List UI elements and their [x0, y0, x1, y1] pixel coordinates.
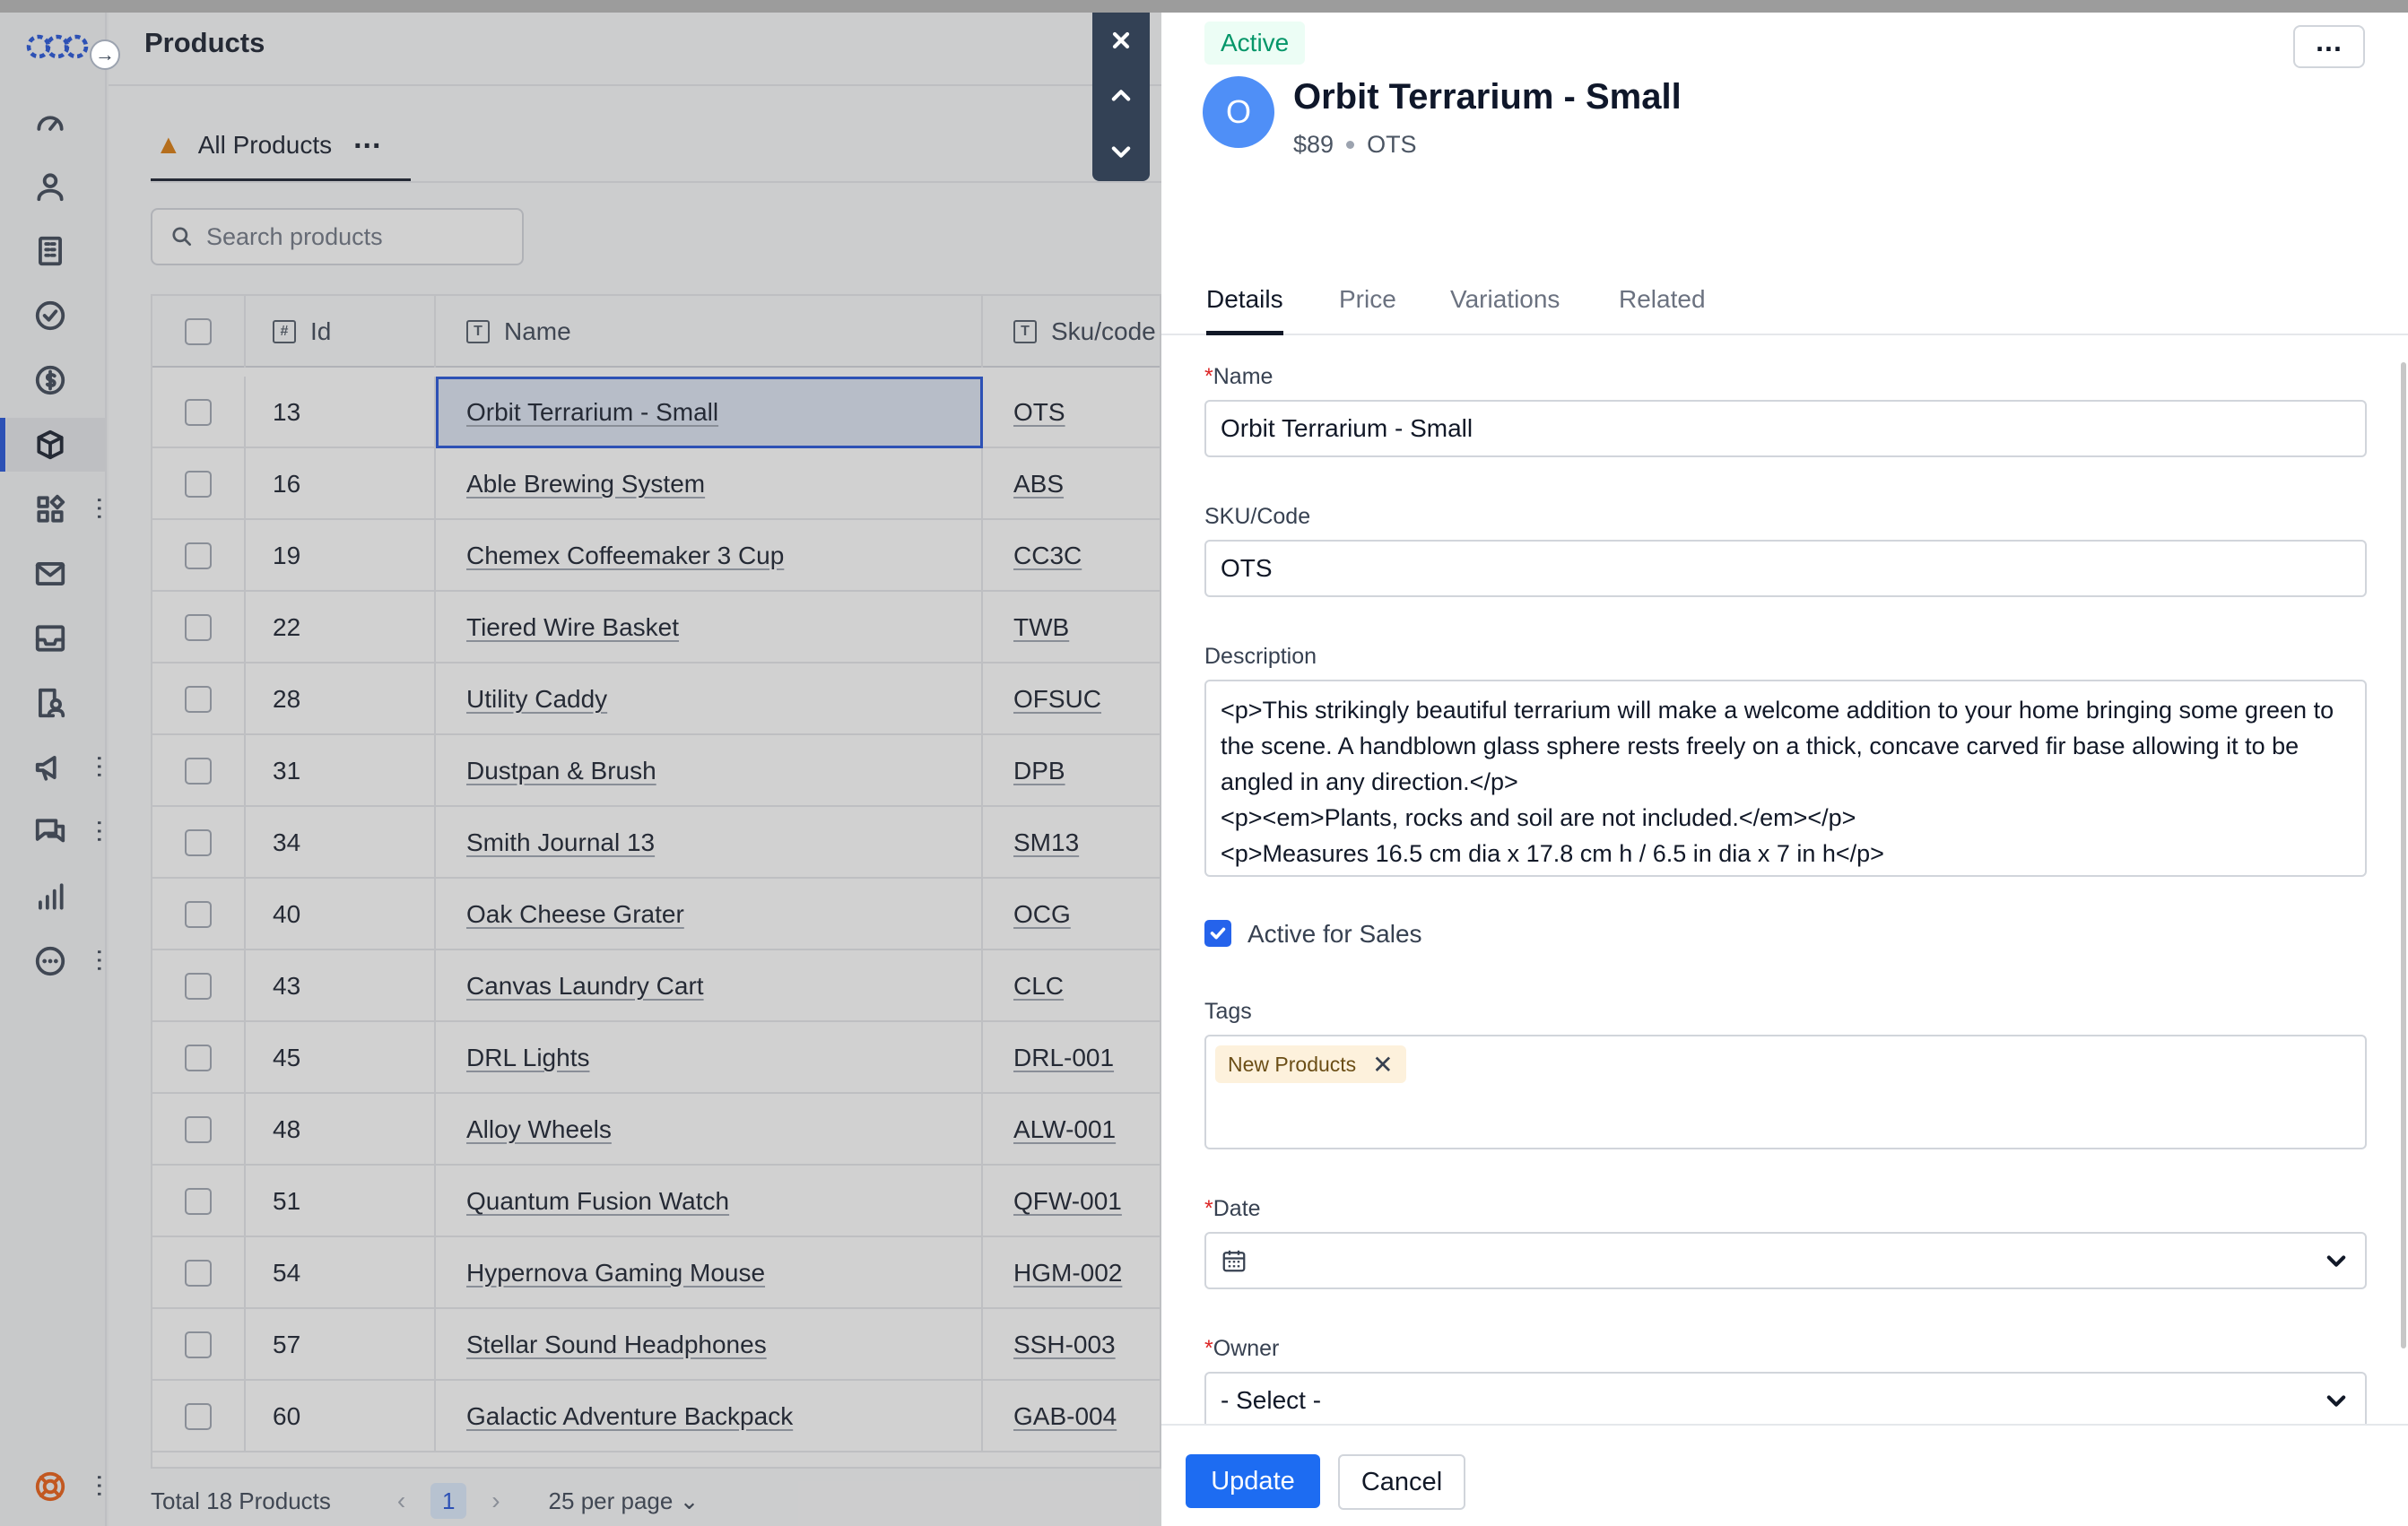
sku-label: SKU/Code: [1204, 504, 1311, 529]
tags-field[interactable]: New Products ✕: [1204, 1035, 2367, 1149]
tag-label: New Products: [1228, 1052, 1357, 1076]
next-record-icon[interactable]: [1092, 124, 1150, 179]
chevron-down-icon[interactable]: [2324, 1388, 2349, 1413]
date-label: *Date: [1204, 1196, 1261, 1221]
owner-selected-value: - Select -: [1221, 1386, 1322, 1414]
owner-select[interactable]: - Select -: [1204, 1372, 2367, 1429]
description-label: Description: [1204, 644, 1317, 669]
description-textarea[interactable]: <p>This strikingly beautiful terrarium w…: [1204, 680, 2367, 877]
expand-sidebar-icon[interactable]: →: [90, 39, 120, 70]
modal-backdrop[interactable]: [0, 13, 1161, 1526]
date-field[interactable]: [1204, 1232, 2367, 1289]
previous-record-icon[interactable]: [1092, 68, 1150, 124]
app-window: ⋯ ⋯ ⋯ ⋯ ⋯ → Products ▲ All Products ... …: [0, 13, 2408, 1526]
active-for-sales-label: Active for Sales: [1247, 920, 1422, 948]
calendar-icon: [1222, 1250, 1246, 1272]
record-actions-icon[interactable]: ...: [2293, 25, 2365, 68]
separator-dot: [1346, 141, 1355, 149]
tag-chip: New Products ✕: [1215, 1045, 1406, 1083]
active-for-sales-checkbox[interactable]: [1204, 920, 1231, 947]
update-button[interactable]: Update: [1186, 1454, 1320, 1508]
tags-label: Tags: [1204, 999, 1252, 1024]
record-navigation: [1092, 13, 1150, 181]
record-subtitle: $89 OTS: [1293, 131, 1417, 159]
tab-price[interactable]: Price: [1339, 273, 1396, 335]
product-detail-panel: Active ... O Orbit Terrarium - Small $89…: [1161, 13, 2408, 1526]
owner-label: *Owner: [1204, 1336, 1280, 1361]
close-icon[interactable]: [1092, 13, 1150, 68]
sku-field[interactable]: OTS: [1204, 540, 2367, 597]
panel-scrollbar[interactable]: [2401, 362, 2406, 1348]
cancel-button[interactable]: Cancel: [1338, 1454, 1465, 1510]
record-sku: OTS: [1367, 131, 1417, 158]
record-title: Orbit Terrarium - Small: [1293, 77, 1682, 117]
checkmark-icon: [1210, 927, 1226, 940]
remove-tag-icon[interactable]: ✕: [1372, 1050, 1393, 1079]
name-label: *Name: [1204, 364, 1274, 389]
tab-details[interactable]: Details: [1206, 273, 1283, 335]
tab-variations[interactable]: Variations: [1450, 273, 1560, 335]
tab-related[interactable]: Related: [1619, 273, 1706, 335]
avatar: O: [1203, 76, 1274, 148]
chevron-down-icon[interactable]: [2324, 1248, 2349, 1273]
name-field[interactable]: Orbit Terrarium - Small: [1204, 400, 2367, 457]
panel-footer: Update Cancel: [1161, 1424, 2408, 1526]
status-badge: Active: [1204, 22, 1306, 65]
record-price: $89: [1293, 131, 1334, 158]
detail-tabs: Details Price Variations Related: [1161, 273, 2408, 335]
